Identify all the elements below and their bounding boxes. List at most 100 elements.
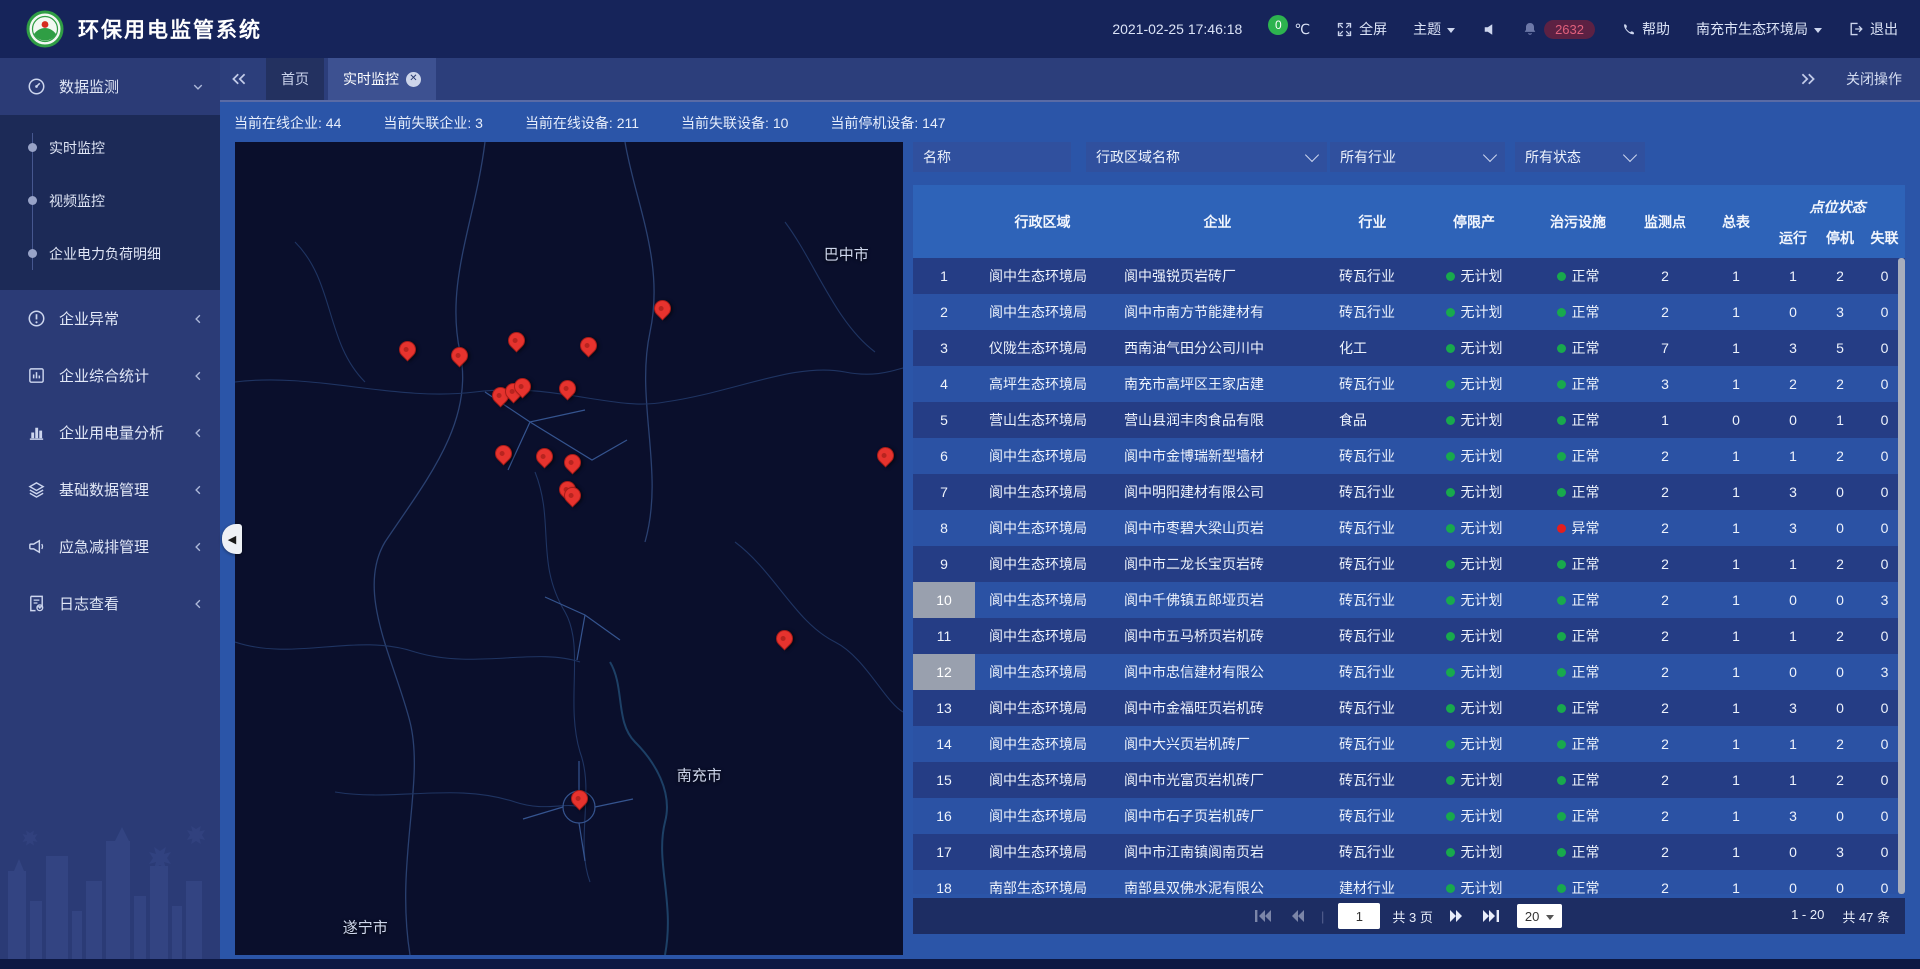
col-region: 行政区域: [975, 185, 1110, 258]
map-panel[interactable]: 巴中市南充市遂宁市: [235, 142, 903, 955]
sound-toggle-button[interactable]: [1481, 22, 1496, 37]
cell-monitor-points: 1: [1628, 412, 1702, 428]
table-row[interactable]: 12阆中生态环境局阆中市忠信建材有限公砖瓦行业无计划正常21003: [913, 654, 1905, 690]
tabs-scroll-left-button[interactable]: [220, 58, 258, 100]
row-index: 16: [913, 798, 975, 834]
sidebar-group-5[interactable]: 应急减排管理: [0, 518, 220, 575]
cell-company: 阆中市江南镇阆南页岩: [1110, 842, 1325, 862]
fullscreen-button[interactable]: 全屏: [1336, 19, 1387, 39]
page-number-input[interactable]: [1338, 903, 1380, 929]
table-row[interactable]: 3仪陇生态环境局西南油气田分公司川中化工无计划正常71350: [913, 330, 1905, 366]
row-index: 4: [913, 366, 975, 402]
cell-total-meter: 1: [1702, 592, 1770, 608]
industry-select[interactable]: 所有行业: [1330, 142, 1505, 172]
table-row[interactable]: 7阆中生态环境局阆中明阳建材有限公司砖瓦行业无计划正常21300: [913, 474, 1905, 510]
cell-total-meter: 1: [1702, 484, 1770, 500]
table-row[interactable]: 10阆中生态环境局阆中千佛镇五郎垭页岩砖瓦行业无计划正常21003: [913, 582, 1905, 618]
status-dot-green-icon: [1446, 632, 1455, 641]
table-row[interactable]: 16阆中生态环境局阆中市石子页岩机砖厂砖瓦行业无计划正常21300: [913, 798, 1905, 834]
row-index: 3: [913, 330, 975, 366]
sidebar-group-2[interactable]: 企业综合统计: [0, 347, 220, 404]
cell-treatment-status: 正常: [1528, 878, 1628, 894]
table-row[interactable]: 11阆中生态环境局阆中市五马桥页岩机砖砖瓦行业无计划正常21120: [913, 618, 1905, 654]
cell-company: 阆中明阳建材有限公司: [1110, 482, 1325, 502]
sidebar-group-4[interactable]: 基础数据管理: [0, 461, 220, 518]
bell-icon: [1522, 21, 1538, 37]
status-dot-green-icon: [1446, 560, 1455, 569]
cell-region: 阆中生态环境局: [975, 770, 1110, 790]
table-row[interactable]: 9阆中生态环境局阆中市二龙长宝页岩砖砖瓦行业无计划正常21120: [913, 546, 1905, 582]
table-row[interactable]: 6阆中生态环境局阆中市金博瑞新型墙材砖瓦行业无计划正常21120: [913, 438, 1905, 474]
prev-page-button[interactable]: [1287, 908, 1307, 924]
sidebar-item-企业电力负荷明细[interactable]: 企业电力负荷明细: [0, 227, 220, 280]
cell-industry: 砖瓦行业: [1325, 446, 1420, 466]
cell-stop-plan: 无计划: [1420, 662, 1528, 682]
table-row[interactable]: 5营山生态环境局营山县润丰肉食品有限食品无计划正常10010: [913, 402, 1905, 438]
status-dot-green-icon: [1446, 848, 1455, 857]
first-page-button[interactable]: [1253, 908, 1273, 924]
table-row[interactable]: 15阆中生态环境局阆中市光富页岩机砖厂砖瓦行业无计划正常21120: [913, 762, 1905, 798]
cell-stop-plan: 无计划: [1420, 302, 1528, 322]
row-index: 17: [913, 834, 975, 870]
table-row[interactable]: 4高坪生态环境局南充市高坪区王家店建砖瓦行业无计划正常31220: [913, 366, 1905, 402]
cell-region: 阆中生态环境局: [975, 734, 1110, 754]
table-row[interactable]: 8阆中生态环境局阆中市枣碧大梁山页岩砖瓦行业无计划异常21300: [913, 510, 1905, 546]
sidebar-group-0[interactable]: 数据监测: [0, 58, 220, 115]
notification-count-badge: 2632: [1544, 20, 1595, 39]
status-dot-green-icon: [1557, 344, 1566, 353]
notifications[interactable]: 2632: [1522, 20, 1595, 39]
cell-stopped: 0: [1816, 520, 1864, 536]
status-dot-green-icon: [1557, 488, 1566, 497]
top-header-bar: 环保用电监管系统 2021-02-25 17:46:18 0 ℃ 全屏 主题: [0, 0, 1920, 58]
status-select[interactable]: 所有状态: [1515, 142, 1645, 172]
last-page-button[interactable]: [1481, 908, 1501, 924]
sidebar-group-6[interactable]: 日志查看: [0, 575, 220, 632]
help-button[interactable]: 帮助: [1621, 19, 1670, 39]
sidebar-item-实时监控[interactable]: 实时监控: [0, 121, 220, 174]
col-company: 企业: [1110, 185, 1325, 258]
sidebar-item-视频监控[interactable]: 视频监控: [0, 174, 220, 227]
table-row[interactable]: 14阆中生态环境局阆中大兴页岩机砖厂砖瓦行业无计划正常21120: [913, 726, 1905, 762]
tab-home[interactable]: 首页: [266, 58, 324, 100]
status-dot-green-icon: [1557, 308, 1566, 317]
sidebar-group-3[interactable]: 企业用电量分析: [0, 404, 220, 461]
cell-stop-plan: 无计划: [1420, 806, 1528, 826]
status-dot-green-icon: [1446, 488, 1455, 497]
chart-icon: [27, 423, 46, 442]
stat-当前失联企业: 当前失联企业: 3: [383, 113, 483, 133]
table-scrollbar[interactable]: [1898, 258, 1905, 894]
tab-realtime-monitoring[interactable]: 实时监控 ✕: [328, 58, 436, 100]
cell-running: 3: [1770, 700, 1816, 716]
region-select[interactable]: 行政区域名称: [1086, 142, 1327, 172]
table-row[interactable]: 1阆中生态环境局阆中强锐页岩砖厂砖瓦行业无计划正常21120: [913, 258, 1905, 294]
row-index: 15: [913, 762, 975, 798]
tab-close-icon[interactable]: ✕: [406, 72, 421, 87]
name-search-input[interactable]: [913, 142, 1071, 172]
cell-stop-plan: 无计划: [1420, 266, 1528, 286]
table-row[interactable]: 2阆中生态环境局阆中市南方节能建材有砖瓦行业无计划正常21030: [913, 294, 1905, 330]
next-page-button[interactable]: [1447, 908, 1467, 924]
cell-industry: 砖瓦行业: [1325, 554, 1420, 574]
cell-region: 阆中生态环境局: [975, 626, 1110, 646]
double-chevron-right-icon[interactable]: [1800, 72, 1816, 86]
row-index: 9: [913, 546, 975, 582]
cell-running: 0: [1770, 304, 1816, 320]
map-collapse-handle[interactable]: ◀: [222, 524, 242, 554]
row-index: 11: [913, 618, 975, 654]
table-row[interactable]: 17阆中生态环境局阆中市江南镇阆南页岩砖瓦行业无计划正常21030: [913, 834, 1905, 870]
logout-button[interactable]: 退出: [1848, 19, 1898, 39]
cell-stopped: 2: [1816, 376, 1864, 392]
cell-monitor-points: 7: [1628, 340, 1702, 356]
theme-dropdown[interactable]: 主题: [1413, 19, 1455, 39]
city-label-巴中市: 巴中市: [824, 244, 869, 265]
cell-total-meter: 1: [1702, 772, 1770, 788]
page-size-select[interactable]: 20: [1517, 904, 1562, 928]
sidebar-group-label: 日志查看: [59, 593, 179, 614]
table-row[interactable]: 18南部生态环境局南部县双佛水泥有限公建材行业无计划正常21000: [913, 870, 1905, 894]
close-operations-button[interactable]: 关闭操作: [1846, 69, 1902, 89]
cell-running: 0: [1770, 880, 1816, 894]
temperature-unit: ℃: [1294, 21, 1310, 38]
table-row[interactable]: 13阆中生态环境局阆中市金福旺页岩机砖砖瓦行业无计划正常21300: [913, 690, 1905, 726]
sidebar-group-1[interactable]: 企业异常: [0, 290, 220, 347]
org-dropdown[interactable]: 南充市生态环境局: [1696, 19, 1822, 39]
